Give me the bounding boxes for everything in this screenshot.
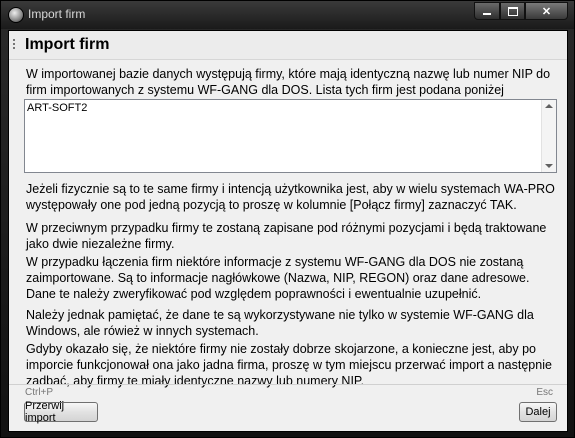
grip-icon: [13, 39, 15, 51]
separate-firm-text: W przeciwnym przypadku firmy te zostaną …: [26, 221, 547, 251]
window-controls: ✕: [474, 2, 568, 21]
minimize-icon: [483, 13, 491, 15]
merge-warning-text: W przypadku łączenia firm niektóre infor…: [26, 255, 530, 301]
minimize-button[interactable]: [474, 2, 500, 20]
vertical-scrollbar[interactable]: [541, 100, 556, 172]
scroll-up-icon[interactable]: [545, 104, 553, 108]
dialog-content: Import firm W importowanej bazie danych …: [8, 30, 568, 432]
import-firm-window: Import firm ✕ Import firm W importowanej…: [0, 0, 575, 438]
abort-shortcut: Ctrl+P: [25, 387, 54, 398]
close-icon: ✕: [541, 5, 552, 18]
abort-import-button[interactable]: Przerwij import: [24, 400, 98, 424]
usage-note-text: Należy jednak pamiętać, że dane te są wy…: [26, 308, 534, 338]
scroll-down-icon[interactable]: [545, 164, 553, 168]
next-button[interactable]: Dalej: [519, 402, 557, 422]
close-button[interactable]: ✕: [525, 2, 568, 20]
maximize-icon: [507, 6, 518, 16]
same-firm-text: Jeżeli fizycznie są to te same firmy i i…: [26, 182, 555, 212]
window-title: Import firm: [28, 7, 86, 21]
app-icon: [8, 7, 24, 23]
intro-text: W importowanej bazie danych występują fi…: [26, 67, 551, 97]
next-shortcut: Esc: [536, 387, 553, 398]
abort-instruction-text: Gdyby okazało się, że niektóre firmy nie…: [26, 342, 552, 388]
title-bar[interactable]: Import firm ✕: [1, 1, 574, 29]
maximize-button[interactable]: [500, 2, 525, 20]
page-title: Import firm: [25, 36, 110, 53]
firm-list[interactable]: ART-SOFT2: [24, 99, 557, 173]
footer-divider: [9, 384, 567, 385]
page-header: Import firm: [9, 31, 567, 60]
list-item[interactable]: ART-SOFT2: [27, 102, 87, 114]
